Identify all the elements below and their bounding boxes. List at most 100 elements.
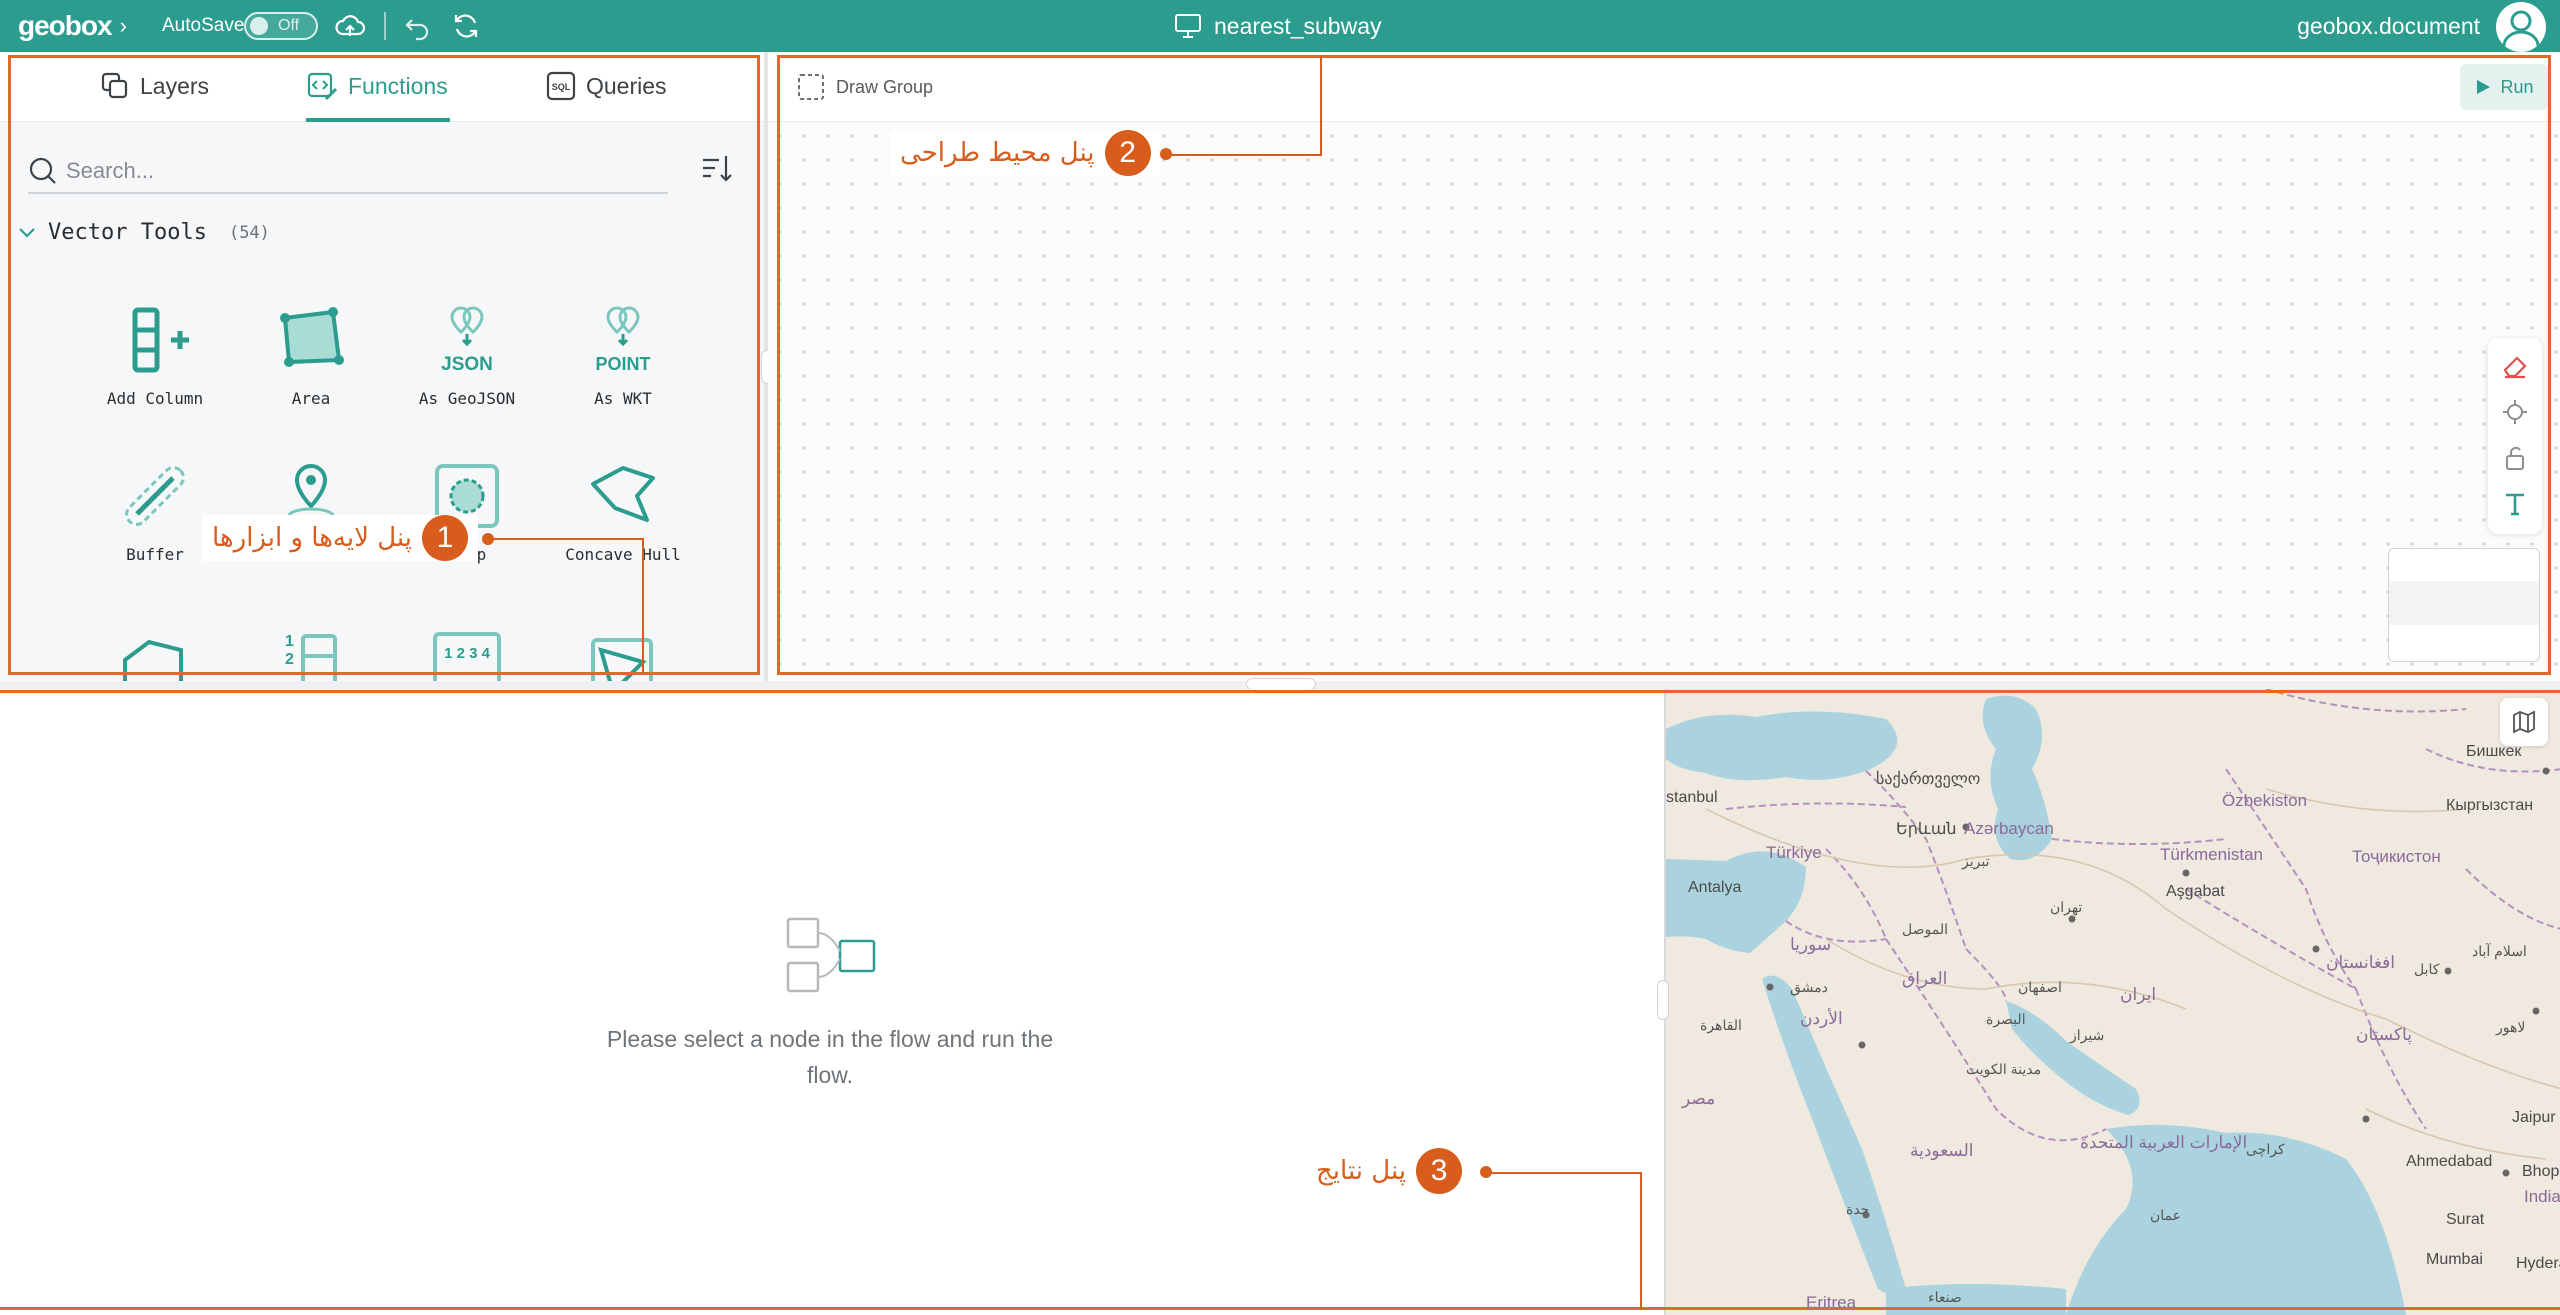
panel1-annotation: پنل لایه‌ها و ابزارها 1 (202, 515, 478, 561)
map-label: جدة (1846, 1201, 1870, 1217)
concave-hull-icon (591, 466, 655, 522)
geobox-logo[interactable]: geobox › (18, 8, 127, 44)
map-label: Surat (2446, 1211, 2485, 1228)
tool-as-geojson[interactable]: JSON As GeoJSON (392, 300, 542, 408)
map-label: Türkiye (1766, 843, 1822, 862)
map-label: تبریز (1962, 853, 1990, 869)
annotation-badge: 1 (421, 515, 468, 561)
wkt-icon: POINT (595, 306, 651, 374)
annotation-text: پنل نتایج (1316, 1156, 1407, 1186)
monitor-icon (1175, 14, 1201, 38)
svg-text:2: 2 (285, 651, 294, 668)
map-icon (2513, 710, 2535, 734)
play-icon (2477, 80, 2491, 94)
map-label: القاهرة (1700, 1017, 1742, 1033)
map-label: الإمارات العربية المتحدة (2080, 1133, 2248, 1152)
selection-box-icon (798, 74, 824, 100)
canvas-minimap[interactable] (2388, 548, 2540, 662)
tool-as-wkt[interactable]: POINT As WKT (548, 300, 698, 408)
eraser-icon[interactable] (2501, 352, 2529, 380)
fit-view-icon[interactable] (2501, 398, 2529, 426)
tool-add-column[interactable]: Add Column (80, 300, 230, 408)
annotation-text: پنل لایه‌ها و ابزارها (212, 523, 412, 553)
map-label: شیراز (2070, 1027, 2105, 1043)
basemap-toggle-button[interactable] (2500, 698, 2548, 746)
annotation-badge: 2 (1104, 130, 1151, 176)
sql-icon: SQL (546, 71, 576, 101)
tool-area[interactable]: Area (236, 300, 386, 408)
run-label: Run (2500, 76, 2534, 97)
document-title-text: nearest_subway (1214, 12, 1382, 39)
user-icon (2502, 10, 2540, 47)
toggle-knob (250, 17, 268, 35)
tab-layers[interactable]: Layers (100, 66, 209, 106)
tool-label: As WKT (594, 389, 652, 408)
geojson-icon: JSON (441, 306, 493, 375)
tab-label: Queries (586, 72, 667, 99)
autosave-toggle[interactable]: Off (244, 12, 318, 40)
map-label: Ahmedabad (2406, 1153, 2493, 1170)
map-view[interactable]: Бишкек Özbekiston Кыргызстан stanbul საქ… (1664, 689, 2560, 1315)
lock-open-icon[interactable] (2501, 444, 2529, 472)
map-label: Aşgabat (2166, 883, 2225, 900)
annotation-badge: 3 (1416, 1148, 1463, 1194)
tool-label: Add Column (106, 389, 204, 408)
count-column-icon[interactable]: 1 2 (271, 620, 351, 681)
text-tool-icon[interactable] (2501, 490, 2529, 518)
annotation-leader (1486, 1172, 1642, 1174)
tab-queries[interactable]: SQL Queries (546, 66, 667, 106)
map-label: Özbekiston (2222, 791, 2308, 810)
cloud-upload-icon[interactable] (334, 10, 366, 42)
map-label: مصر (1682, 1089, 1716, 1108)
map-label: اسلام آباد (2472, 943, 2527, 959)
tab-label: Functions (348, 72, 448, 99)
wkt-icon-text: POINT (595, 354, 650, 374)
undo-icon[interactable] (402, 10, 434, 42)
layers-functions-panel: Layers Functions SQL Queries Search... V… (0, 52, 766, 681)
map-label: Antalya (1688, 879, 1742, 896)
autosave-state: Off (278, 17, 300, 34)
map-label: عمان (2150, 1207, 2181, 1223)
function-search (28, 150, 668, 194)
tool-label: As GeoJSON (418, 389, 516, 408)
flow-nodes-icon (786, 917, 876, 993)
vector-tools-group[interactable]: Vector Tools (54) (18, 220, 270, 245)
difference-icon[interactable] (583, 620, 663, 681)
user-avatar[interactable] (2496, 2, 2546, 52)
top-bar: geobox › AutoSave Off nearest_subway geo… (0, 0, 2560, 52)
user-name[interactable]: geobox.document (2297, 13, 2480, 40)
functions-icon (307, 72, 338, 101)
map-label: تهران (2050, 899, 2083, 915)
search-input[interactable] (66, 158, 646, 184)
map-label: مدينة الكويت (1966, 1061, 2042, 1077)
convex-hull-icon[interactable] (115, 620, 195, 681)
sort-icon[interactable] (700, 152, 734, 186)
map-label: Երևան (1896, 821, 1957, 838)
run-button[interactable]: Run (2460, 64, 2548, 110)
layers-icon (101, 72, 128, 99)
refresh-icon[interactable] (450, 10, 482, 42)
map-label: الأردن (1800, 1009, 1843, 1028)
map-label: stanbul (1666, 789, 1718, 806)
group-name: Vector Tools (48, 220, 207, 245)
group-count: (54) (228, 222, 270, 243)
draw-group-button[interactable]: Draw Group (796, 68, 933, 106)
tool-concave-hull[interactable]: Concave Hull (548, 456, 698, 564)
map-label: Тоҷикистон (2352, 847, 2441, 866)
cluster-icon[interactable]: 1 2 3 4 (427, 620, 507, 681)
active-tab-indicator (306, 118, 450, 122)
map-label: Azərbaycan (1964, 819, 2054, 838)
map-label: البصرة (1986, 1011, 2026, 1027)
panel-tabs: Layers Functions SQL Queries (0, 52, 764, 122)
map-label: Mumbai (2426, 1251, 2483, 1268)
tab-functions[interactable]: Functions (306, 66, 448, 106)
map-label: საქართველო (1876, 771, 1981, 788)
annotation-leader (488, 538, 644, 540)
autosave-label: AutoSave (162, 15, 245, 36)
map-label: ایران (2120, 985, 2157, 1004)
map-label: السعودية (1910, 1141, 1974, 1160)
map-label: اصفهان (2018, 979, 2062, 995)
document-title[interactable]: nearest_subway (1174, 9, 1382, 43)
minimap-viewport (2389, 581, 2539, 625)
map-resize-handle[interactable] (1657, 980, 1669, 1020)
